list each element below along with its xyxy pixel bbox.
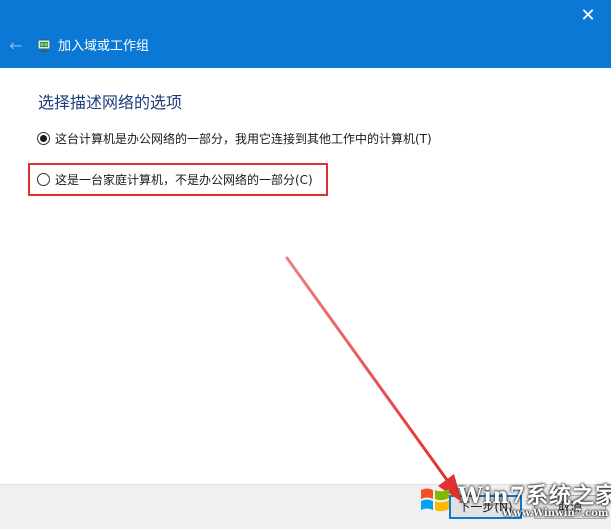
network-computer-icon bbox=[37, 39, 51, 52]
window-title: 加入域或工作组 bbox=[58, 39, 150, 54]
dialog-window: ✕ ← 加入域或工作组 选择描述网络的选项 这台计算机是办公网络的一部分，我用它… bbox=[0, 0, 611, 529]
radio-button-checked[interactable] bbox=[37, 132, 50, 145]
cancel-button[interactable]: 取消 bbox=[534, 495, 606, 519]
annotation-arrow bbox=[285, 256, 462, 502]
back-arrow-icon: ← bbox=[9, 36, 23, 55]
close-icon: ✕ bbox=[580, 5, 596, 26]
page-heading: 选择描述网络的选项 bbox=[38, 93, 183, 112]
office-network-option[interactable]: 这台计算机是办公网络的一部分，我用它连接到其他工作中的计算机(T) bbox=[37, 130, 432, 147]
annotation-highlight-box bbox=[28, 163, 328, 196]
close-button[interactable]: ✕ bbox=[565, 0, 611, 32]
next-button[interactable]: 下一步(N) bbox=[449, 495, 522, 519]
office-network-option-label: 这台计算机是办公网络的一部分，我用它连接到其他工作中的计算机(T) bbox=[55, 132, 432, 146]
title-bar: ✕ ← 加入域或工作组 bbox=[0, 0, 611, 68]
back-button[interactable]: ← bbox=[6, 36, 26, 56]
